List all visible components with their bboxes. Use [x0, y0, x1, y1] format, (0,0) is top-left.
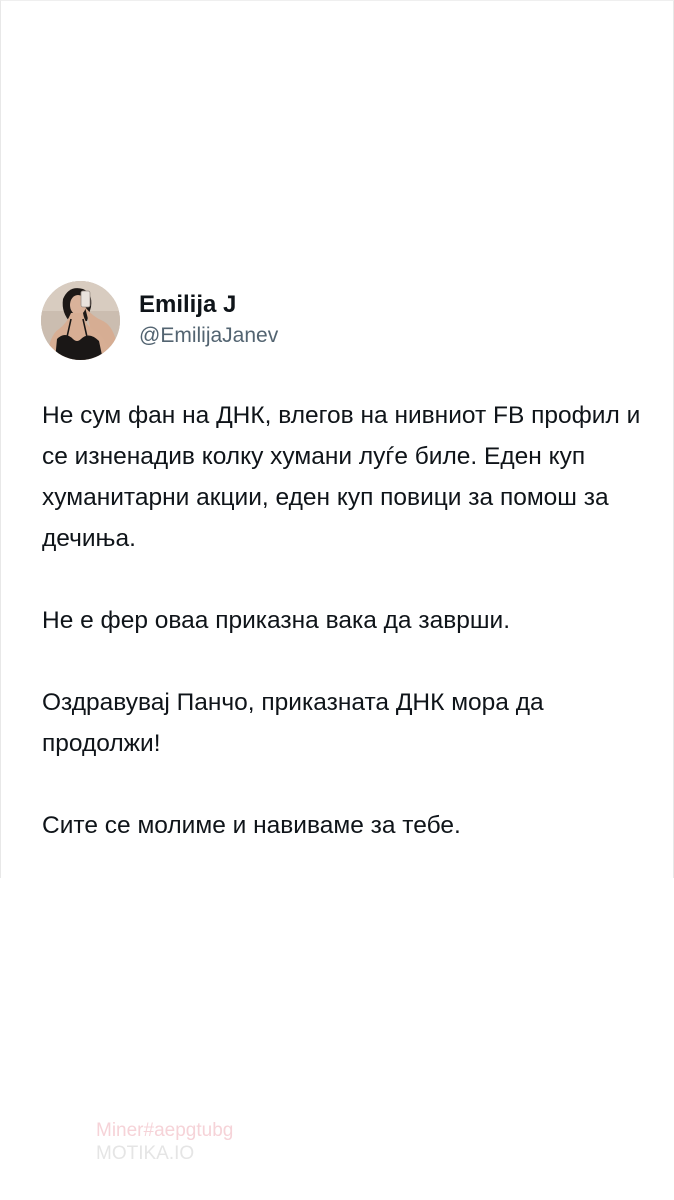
tweet-paragraph: Сите се молиме и навиваме за тебе.: [42, 812, 461, 839]
avatar[interactable]: [41, 280, 120, 360]
watermark-site: MOTIKA.IO: [96, 1143, 195, 1164]
tweet-paragraph: Не е фер оваа приказна вака да заврши.: [42, 607, 511, 634]
watermark-id: Miner#aepgtubg: [96, 1120, 234, 1141]
watermark: Miner#aepgtubg MOTIKA.IO: [96, 1119, 233, 1165]
tweet-text: Не сум фан на ДНК, влегов на нивниот FB …: [42, 395, 652, 846]
display-name[interactable]: Emilija J: [139, 290, 278, 320]
user-handle[interactable]: @EmilijaJanev: [139, 322, 278, 350]
profile-photo-icon: [41, 280, 120, 360]
tweet-paragraph: Не сум фан на ДНК, влегов на нивниот FB …: [42, 402, 641, 552]
tweet-card: Emilija J @EmilijaJanev Не сум фан на ДН…: [0, 0, 674, 878]
user-names: Emilija J @EmilijaJanev: [139, 290, 278, 350]
tweet-header: Emilija J @EmilijaJanev: [41, 280, 278, 360]
tweet-paragraph: Оздравувај Панчо, приказната ДНК мора да…: [42, 689, 544, 757]
